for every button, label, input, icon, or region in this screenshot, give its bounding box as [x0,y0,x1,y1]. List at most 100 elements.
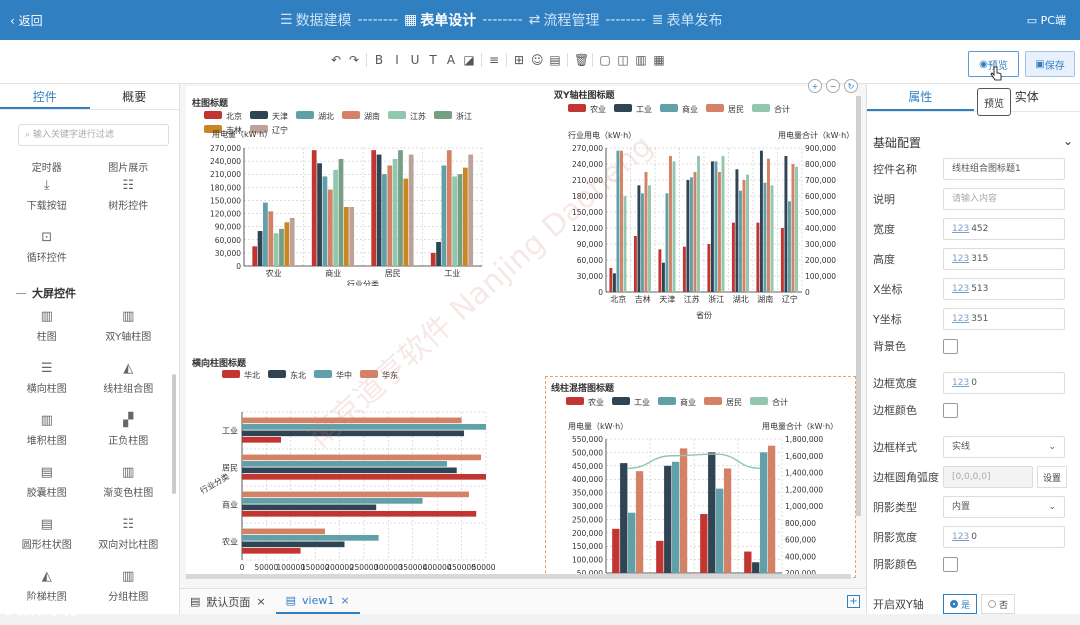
layout-4-icon[interactable]: ▦ [653,53,665,67]
bar-mark [242,454,482,461]
control-tree[interactable]: ☷ 树形控件 [88,178,170,230]
undo-icon[interactable]: ↶ [330,53,342,67]
bar-mark [242,547,301,554]
zoom-in-icon[interactable]: + [808,79,822,93]
control-big-screen-item[interactable]: ◭ 线柱组合图 [88,361,170,413]
save-button[interactable]: ▣ 保存 [1025,51,1075,77]
prop-label: 阴影类型 [873,501,917,514]
canvas-horizontal-scrollbar[interactable] [186,574,851,579]
control-big-screen-item[interactable]: ▥ 柱图 [6,309,88,361]
tab-properties[interactable]: 属性 [867,84,974,111]
legend-swatch [614,104,632,112]
number-input[interactable]: 123 452 [943,218,1065,240]
legend-swatch [568,104,586,112]
number-input[interactable]: 123 351 [943,308,1065,330]
x-tick-label: 辽宁 [782,294,798,304]
basic-config-header[interactable]: 基础配置 ⌄ [873,134,1073,151]
prop-label: X坐标 [873,283,903,296]
tab-controls[interactable]: 控件 [0,84,90,109]
control-big-screen-item[interactable]: ▞ 正负柱图 [88,413,170,465]
radio-option[interactable]: 否 [981,594,1016,614]
number-input[interactable]: 123 315 [943,248,1065,270]
align-icon[interactable]: ≡ [488,53,500,67]
number-input[interactable]: 123 0 [943,372,1065,394]
divider [506,53,507,67]
layout-2-icon[interactable]: ◫ [617,53,629,67]
bar-mark [628,512,636,573]
control-loop[interactable]: ⊡ 循环控件 [6,230,88,282]
redo-icon[interactable]: ↷ [348,53,360,67]
control-big-screen-item[interactable]: ☰ 横向柱图 [6,361,88,413]
setting-button[interactable]: 设置 [1037,466,1067,488]
layout-1-icon[interactable]: ▢ [599,53,611,67]
chart-line-bar-selected[interactable]: 线柱混搭图标题 农业 工业 商业 居民 合计 用电量（kW·h） 用电量合计（kW·h） 50… [545,376,856,578]
control-big-screen-item[interactable]: ▤ 圆形柱状图 [6,517,88,569]
editor-toolbar: ↶ ↷ B I U T A ◪ ≡ ⊞ ☺ ▤ 🗑 ▢ ◫ ▥ ▦ [0,40,1080,84]
italic-icon[interactable]: I [391,53,403,67]
underline-icon[interactable]: U [409,53,421,67]
chart-dual-y[interactable]: 双Y轴柱图标题 农业 工业 商业 居民 合计 行业用电（kW·h） 用电量合计（kW·h） 0… [548,86,856,331]
bar-mark [770,185,774,292]
control-big-screen-item[interactable]: ▥ 双Y轴柱图 [88,309,170,361]
font-size-icon[interactable]: T [427,53,439,67]
y2-tick-label: 0 [805,288,810,297]
text-input[interactable]: 请输入内容 [943,188,1065,210]
radio-option[interactable]: 是 [943,594,978,614]
control-timer[interactable]: 定时器 [6,154,88,178]
step-process-manage[interactable]: ⇄ 流程管理 [529,10,600,30]
control-big-screen-item[interactable]: ▥ 渐变色柱图 [88,465,170,517]
text-input[interactable]: 线柱组合图标题1 [943,158,1065,180]
layout-3-icon[interactable]: ▥ [635,53,647,67]
number-input[interactable]: 123 0 [943,526,1065,548]
page-tab-view1[interactable]: ▤ view1 × [275,590,360,614]
control-big-screen-item[interactable]: ▥ 分组柱图 [88,569,170,621]
control-big-screen-item[interactable]: ▥ 堆积柱图 [6,413,88,465]
color-checkbox[interactable] [943,338,958,354]
add-page-button[interactable]: + [847,595,860,608]
input-value: 513 [971,284,989,294]
fill-color-icon[interactable]: ◪ [463,53,475,67]
select-input[interactable]: 内置 ⌄ [943,496,1065,518]
delete-icon[interactable]: 🗑 [574,53,589,67]
legend-swatch [750,397,768,405]
prop-row: 开启双Y轴是否 [873,594,1073,614]
chart-bar[interactable]: 柱图标题 北京 天津 湖北 湖南 江苏 浙江 吉林 辽宁 用电量（kW·h） 0 30,000 60,… [186,86,486,289]
y-tick-label: 工业 [222,426,238,436]
select-input[interactable]: 实线 ⌄ [943,436,1065,458]
step-data-model[interactable]: ☰ 数据建模 [280,10,352,30]
bold-icon[interactable]: B [373,53,385,67]
back-link[interactable]: ‹ 返回 [10,12,43,29]
chart-horizontal-bar[interactable]: 横向柱图标题 华北 东北 华中 华东 0 50000 100000 150000 200000 2… [186,346,501,578]
control-big-screen-item[interactable]: ▤ 胶囊柱图 [6,465,88,517]
close-icon[interactable]: × [256,595,265,608]
step-form-design[interactable]: ▦ 表单设计 [404,10,476,30]
zoom-out-icon[interactable]: − [826,79,840,93]
y-tick-label: 100,000 [572,556,603,565]
color-checkbox[interactable] [943,402,958,418]
bar-mark [327,189,333,266]
control-image[interactable]: 图片展示 [88,154,170,178]
emoji-icon[interactable]: ☺ [531,53,544,67]
control-download-button[interactable]: ⤓ 下载按钮 [6,178,88,230]
close-icon[interactable]: × [340,594,349,607]
bar-mark [349,207,355,266]
color-checkbox[interactable] [943,556,958,572]
grid-icon[interactable]: ▤ [549,53,561,67]
page-tab-default[interactable]: ▤ 默认页面 × [180,594,276,610]
step-form-publish[interactable]: ≣ 表单发布 [652,10,723,30]
bar-mark [763,182,767,292]
refresh-icon[interactable]: ↻ [844,79,858,93]
table-insert-icon[interactable]: ⊞ [513,53,525,67]
font-color-icon[interactable]: A [445,53,457,67]
prop-row: 边框宽度 123 0 [873,372,1073,394]
radius-input[interactable]: [0,0,0,0] [943,466,1033,488]
pc-mode-toggle[interactable]: ▭ PC端 [1027,12,1066,28]
control-big-screen-item[interactable]: ☷ 双向对比柱图 [88,517,170,569]
tab-outline[interactable]: 概要 [90,84,180,109]
number-input[interactable]: 123 513 [943,278,1065,300]
bar-mark [708,452,716,573]
control-label: 分组柱图 [108,592,149,603]
left-scrollbar[interactable] [172,374,176,494]
canvas-vertical-scrollbar[interactable] [856,96,861,516]
component-search-input[interactable]: ⌕ 输入关键字进行过滤 [18,124,169,146]
